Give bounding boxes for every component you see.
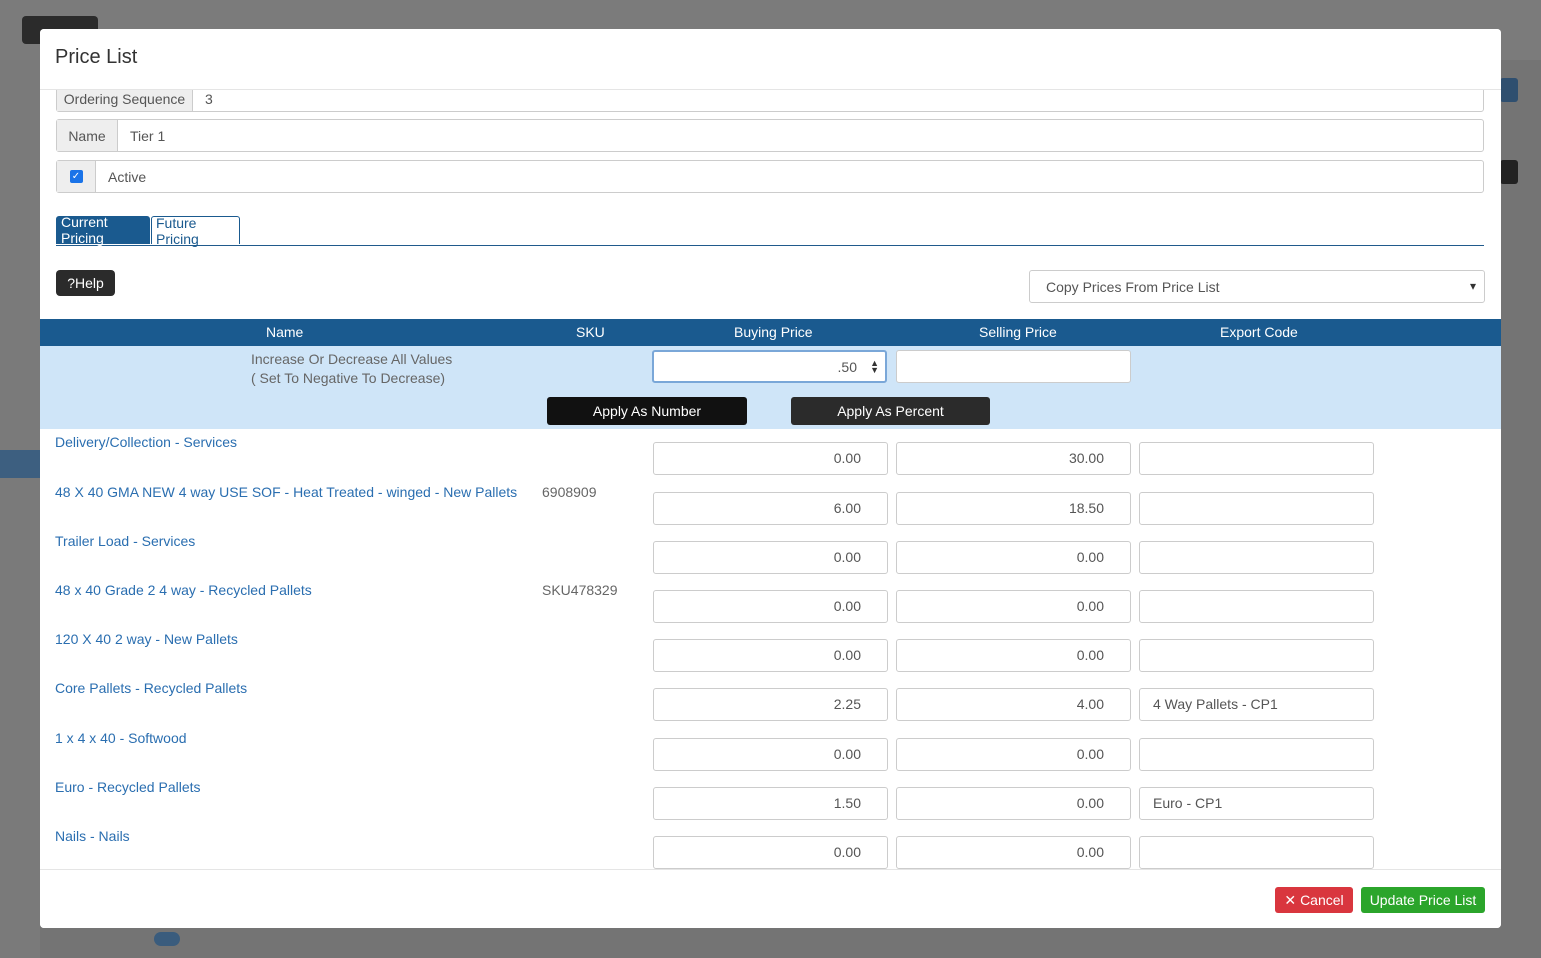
column-header-sku: SKU xyxy=(576,324,605,340)
pricing-tabs: Current Pricing Future Pricing xyxy=(56,214,1484,247)
modal-header: Price List xyxy=(40,29,1501,90)
export-code-input[interactable] xyxy=(1139,590,1374,623)
export-code-input[interactable] xyxy=(1139,442,1374,475)
column-header-export-code: Export Code xyxy=(1220,324,1298,340)
selling-price-input[interactable]: 18.50 xyxy=(896,492,1131,525)
bulk-buying-value: .50 xyxy=(837,359,857,375)
selling-price-input[interactable]: 0.00 xyxy=(896,738,1131,771)
ordering-sequence-label: Ordering Sequence xyxy=(57,90,193,111)
product-name-link[interactable]: Trailer Load - Services xyxy=(55,533,195,549)
buying-price-input[interactable]: 0.00 xyxy=(653,590,888,623)
background-toggle xyxy=(154,932,180,946)
bulk-adjust-label-line2: ( Set To Negative To Decrease) xyxy=(251,370,446,386)
export-code-input[interactable]: 4 Way Pallets - CP1 xyxy=(1139,688,1374,721)
price-list-modal: Price List Ordering Sequence 3 Name Tier… xyxy=(40,29,1501,928)
table-row: 48 x 40 Grade 2 4 way - Recycled Pallets… xyxy=(40,578,1501,627)
export-code-input[interactable] xyxy=(1139,541,1374,574)
product-name-link[interactable]: 120 X 40 2 way - New Pallets xyxy=(55,631,238,647)
export-code-input[interactable] xyxy=(1139,492,1374,525)
ordering-sequence-group: Ordering Sequence 3 xyxy=(56,90,1484,112)
table-row: Euro - Recycled Pallets 1.50 0.00 Euro - CP… xyxy=(40,775,1501,824)
selling-price-input[interactable]: 0.00 xyxy=(896,541,1131,574)
cancel-button-label: Cancel xyxy=(1300,892,1344,908)
table-row: 1 x 4 x 40 - Softwood 0.00 0.00 xyxy=(40,726,1501,775)
cancel-button[interactable]: ✕ Cancel xyxy=(1275,887,1353,913)
name-group: Name Tier 1 xyxy=(56,119,1484,152)
bulk-buying-input[interactable]: .50 ▲ ▼ xyxy=(652,350,887,383)
modal-footer: ✕ Cancel Update Price List xyxy=(40,869,1501,928)
active-checkbox[interactable]: ✓ xyxy=(69,170,83,183)
table-row: Nails - Nails 0.00 0.00 xyxy=(40,824,1501,869)
export-code-input[interactable]: Euro - CP1 xyxy=(1139,787,1374,820)
spinner-icon[interactable]: ▲ ▼ xyxy=(870,359,879,375)
apply-as-number-button[interactable]: Apply As Number xyxy=(547,397,747,425)
copy-prices-select[interactable]: Copy Prices From Price List ▾ xyxy=(1029,270,1485,303)
buying-price-input[interactable]: 0.00 xyxy=(653,738,888,771)
table-row: 120 X 40 2 way - New Pallets 0.00 0.00 xyxy=(40,627,1501,676)
buying-price-input[interactable]: 0.00 xyxy=(653,541,888,574)
update-price-list-button[interactable]: Update Price List xyxy=(1361,887,1485,913)
product-name-link[interactable]: 48 x 40 Grade 2 4 way - Recycled Pallets xyxy=(55,582,312,598)
tab-future-pricing[interactable]: Future Pricing xyxy=(151,215,240,247)
table-row: Delivery/Collection - Services 0.00 30.00 xyxy=(40,430,1501,479)
selling-price-input[interactable]: 0.00 xyxy=(896,836,1131,869)
table-header: Name SKU Buying Price Selling Price Expo… xyxy=(40,319,1501,346)
apply-as-percent-button[interactable]: Apply As Percent xyxy=(791,397,990,425)
product-name-link[interactable]: Nails - Nails xyxy=(55,828,130,844)
buying-price-input[interactable]: 6.00 xyxy=(653,492,888,525)
column-header-name: Name xyxy=(266,324,304,340)
export-code-input[interactable] xyxy=(1139,836,1374,869)
buying-price-input[interactable]: 1.50 xyxy=(653,787,888,820)
bulk-adjust-row: Increase Or Decrease All Values ( Set To… xyxy=(40,346,1501,429)
product-sku: 6908909 xyxy=(542,484,597,500)
modal-body: Ordering Sequence 3 Name Tier 1 ✓ Active… xyxy=(40,90,1501,869)
selling-price-input[interactable]: 0.00 xyxy=(896,639,1131,672)
background-sidebar xyxy=(0,60,40,958)
background-sidebar-highlight xyxy=(0,450,40,478)
product-name-link[interactable]: 48 X 40 GMA NEW 4 way USE SOF - Heat Tre… xyxy=(55,484,517,500)
background-button xyxy=(1500,78,1518,102)
name-input[interactable]: Tier 1 xyxy=(118,120,165,151)
buying-price-input[interactable]: 0.00 xyxy=(653,836,888,869)
column-header-buying-price: Buying Price xyxy=(734,324,813,340)
name-label: Name xyxy=(57,120,118,151)
bulk-selling-input[interactable] xyxy=(896,350,1131,383)
chevron-down-icon: ▾ xyxy=(1469,279,1476,293)
modal-title: Price List xyxy=(55,46,138,68)
buying-price-input[interactable]: 0.00 xyxy=(653,639,888,672)
bulk-adjust-label-line1: Increase Or Decrease All Values xyxy=(251,351,453,367)
product-sku: SKU478329 xyxy=(542,582,618,598)
selling-price-input[interactable]: 4.00 xyxy=(896,688,1131,721)
buying-price-input[interactable]: 0.00 xyxy=(653,442,888,475)
table-row: 48 X 40 GMA NEW 4 way USE SOF - Heat Tre… xyxy=(40,480,1501,529)
bulk-adjust-label: Increase Or Decrease All Values ( Set To… xyxy=(251,350,452,388)
selling-price-input[interactable]: 0.00 xyxy=(896,787,1131,820)
product-name-link[interactable]: Euro - Recycled Pallets xyxy=(55,779,201,795)
column-header-selling-price: Selling Price xyxy=(979,324,1057,340)
export-code-input[interactable] xyxy=(1139,738,1374,771)
ordering-sequence-input[interactable]: 3 xyxy=(193,90,213,111)
close-icon: ✕ xyxy=(1284,891,1297,908)
product-name-link[interactable]: 1 x 4 x 40 - Softwood xyxy=(55,730,187,746)
product-name-link[interactable]: Core Pallets - Recycled Pallets xyxy=(55,680,247,696)
active-label: Active xyxy=(108,168,147,185)
background-button xyxy=(1500,160,1518,184)
export-code-input[interactable] xyxy=(1139,639,1374,672)
help-button[interactable]: ?Help xyxy=(56,270,115,296)
product-name-link[interactable]: Delivery/Collection - Services xyxy=(55,434,237,450)
table-row: Trailer Load - Services 0.00 0.00 xyxy=(40,529,1501,578)
selling-price-input[interactable]: 30.00 xyxy=(896,442,1131,475)
buying-price-input[interactable]: 2.25 xyxy=(653,688,888,721)
active-group: ✓ Active xyxy=(56,160,1484,193)
active-checkbox-wrap: ✓ xyxy=(57,161,96,192)
tab-current-pricing[interactable]: Current Pricing xyxy=(56,214,150,246)
table-row: Core Pallets - Recycled Pallets 2.25 4.00 4… xyxy=(40,676,1501,725)
selling-price-input[interactable]: 0.00 xyxy=(896,590,1131,623)
copy-prices-select-value: Copy Prices From Price List xyxy=(1046,278,1220,295)
